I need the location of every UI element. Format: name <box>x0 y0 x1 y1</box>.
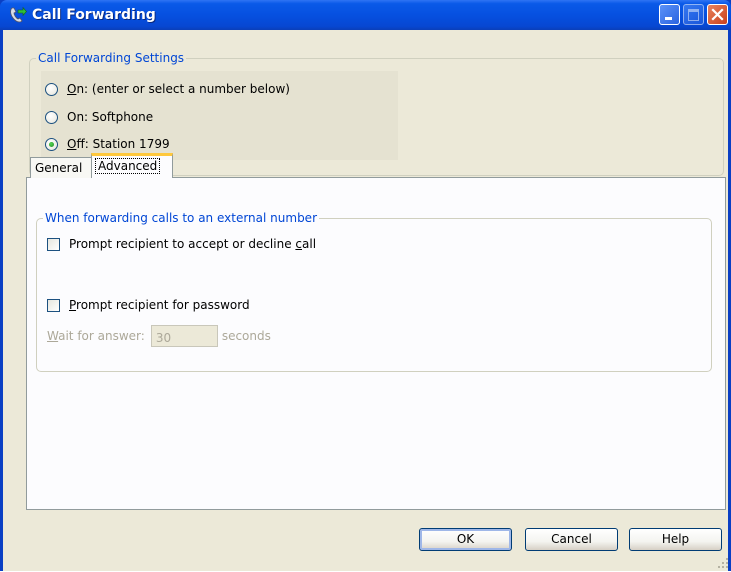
close-button[interactable] <box>707 4 728 25</box>
title-bar[interactable]: Call Forwarding <box>0 0 731 30</box>
call-forwarding-window: Call Forwarding Call Forwarding Settings… <box>0 0 731 571</box>
wait-label: Wait for answer: <box>47 329 145 343</box>
password-checkbox[interactable] <box>47 298 60 312</box>
radio-label: On: Softphone <box>67 110 154 124</box>
password-label: Prompt recipient for password <box>69 298 250 312</box>
password-checkbox-row[interactable]: Prompt recipient for password <box>47 295 250 315</box>
ok-button[interactable]: OK <box>419 528 512 551</box>
radio-label: On: (enter or select a number below) <box>67 82 290 96</box>
accept-decline-checkbox-row[interactable]: Prompt recipient to accept or decline ca… <box>47 234 316 254</box>
accept-decline-label: Prompt recipient to accept or decline ca… <box>69 237 317 251</box>
close-icon <box>711 8 724 21</box>
radio-button-checked[interactable] <box>45 137 58 151</box>
tab-advanced-label: Advanced <box>95 158 161 174</box>
wait-for-answer-row: Wait for answer: seconds <box>47 324 271 348</box>
phone-forward-icon <box>9 6 27 24</box>
accept-decline-checkbox[interactable] <box>47 237 60 251</box>
group-legend: Call Forwarding Settings <box>36 51 187 65</box>
radio-on-softphone[interactable]: On: Softphone <box>45 107 153 127</box>
group-legend: When forwarding calls to an external num… <box>43 211 319 225</box>
resize-grip-icon[interactable] <box>717 557 729 569</box>
radio-button[interactable] <box>45 110 58 124</box>
radio-off-station[interactable]: Off: Station 1799 <box>45 134 170 154</box>
wait-seconds-input <box>150 325 218 347</box>
help-button[interactable]: Help <box>629 528 722 551</box>
radio-button[interactable] <box>45 82 58 96</box>
cancel-button[interactable]: Cancel <box>525 528 618 551</box>
maximize-button <box>683 4 704 25</box>
tab-general-label: General <box>35 161 83 175</box>
minimize-button[interactable] <box>659 4 680 25</box>
radio-on-number[interactable]: On: (enter or select a number below) <box>45 79 290 99</box>
tab-advanced[interactable]: Advanced <box>91 153 173 178</box>
radio-label: Off: Station 1799 <box>67 137 170 151</box>
window-title: Call Forwarding <box>32 7 156 23</box>
tab-general[interactable]: General <box>30 157 92 178</box>
seconds-label: seconds <box>221 329 271 343</box>
